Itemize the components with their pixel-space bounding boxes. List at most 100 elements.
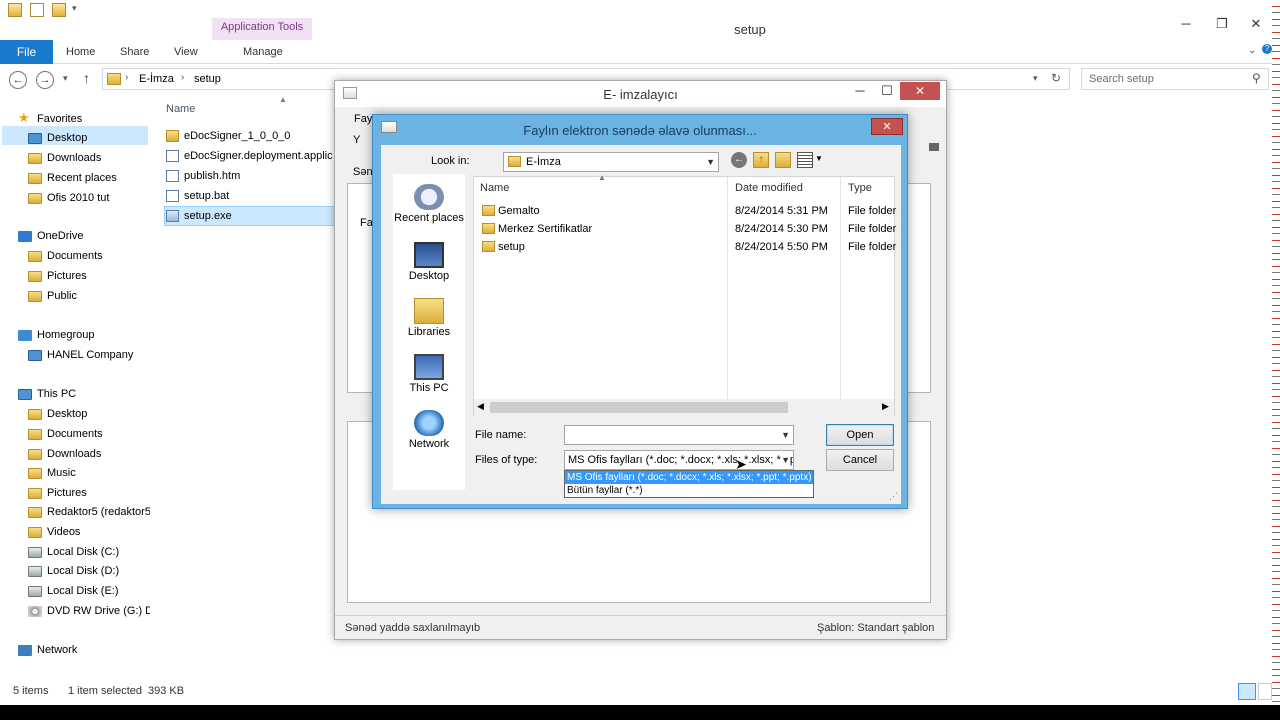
open-button[interactable]: Open bbox=[826, 424, 894, 446]
sidebar-item[interactable]: Pictures bbox=[28, 483, 150, 503]
scroll-thumb[interactable] bbox=[490, 402, 788, 413]
sidebar-item[interactable]: Desktop bbox=[28, 404, 150, 424]
view-menu-icon[interactable] bbox=[797, 152, 813, 168]
sidebar-item[interactable]: Ofis 2010 tut bbox=[28, 188, 150, 208]
eimza-pin-icon[interactable] bbox=[929, 143, 939, 151]
tab-manage[interactable]: Manage bbox=[243, 46, 283, 58]
forward-icon[interactable]: → bbox=[36, 71, 54, 89]
maximize-button[interactable]: ☐ bbox=[877, 83, 897, 99]
address-history-icon[interactable]: ▾ bbox=[1033, 73, 1038, 84]
sidebar-item[interactable]: Redaktor5 (redaktor5 bbox=[28, 502, 150, 522]
folder-icon[interactable] bbox=[8, 3, 22, 17]
tab-home[interactable]: Home bbox=[66, 46, 95, 58]
sidebar-item[interactable]: Videos bbox=[28, 522, 150, 542]
eimza-menu-fragment[interactable]: Fay bbox=[354, 113, 372, 125]
tab-file[interactable]: File bbox=[0, 40, 53, 64]
cancel-button[interactable]: Cancel bbox=[826, 449, 894, 471]
sidebar-item[interactable]: Homegroup bbox=[18, 325, 150, 345]
up-folder-icon[interactable]: ↑ bbox=[753, 152, 769, 168]
sidebar-item[interactable]: Recent places bbox=[28, 168, 150, 188]
list-item[interactable]: publish.htm bbox=[166, 166, 336, 186]
column-header-date[interactable]: Date modified bbox=[735, 177, 803, 199]
files-of-type-select[interactable]: MS Ofis faylları (*.doc; *.docx; *.xls; … bbox=[564, 450, 794, 470]
column-header-type[interactable]: Type bbox=[848, 177, 872, 199]
sidebar-item[interactable]: This PC bbox=[18, 384, 150, 404]
help-icon[interactable]: ? bbox=[1262, 44, 1272, 54]
sidebar-item[interactable]: ★ Favorites bbox=[18, 108, 150, 128]
place-this-pc[interactable]: This PC bbox=[393, 354, 465, 394]
minimize-button[interactable]: ─ bbox=[850, 83, 870, 98]
refresh-icon[interactable]: ↻ bbox=[1051, 71, 1061, 85]
close-button[interactable]: ✕ bbox=[900, 82, 940, 100]
sidebar-item-label: Documents bbox=[47, 428, 103, 440]
sidebar-item[interactable]: Documents bbox=[28, 424, 150, 444]
sidebar-item[interactable]: HANEL Company bbox=[28, 345, 150, 365]
minimize-button[interactable]: ─ bbox=[1176, 16, 1196, 31]
table-row[interactable]: Gemalto 8/24/2014 5:31 PM File folder bbox=[474, 202, 896, 220]
type-option[interactable]: Bütün fayllar (*.*) bbox=[565, 484, 813, 497]
details-view-icon[interactable] bbox=[1238, 683, 1256, 700]
list-item[interactable]: eDocSigner_1_0_0_0 bbox=[166, 126, 336, 146]
large-icons-view-icon[interactable] bbox=[1258, 683, 1272, 700]
list-item[interactable]: setup.bat bbox=[166, 186, 336, 206]
file-name-input[interactable]: ▼ bbox=[564, 425, 794, 445]
close-button[interactable]: ✕ bbox=[1246, 16, 1266, 32]
place-libraries[interactable]: Libraries bbox=[393, 298, 465, 338]
recent-locations-icon[interactable]: ▾ bbox=[63, 73, 68, 84]
breadcrumb-separator-icon[interactable]: › bbox=[125, 72, 128, 83]
chevron-down-icon[interactable]: ▼ bbox=[706, 153, 715, 171]
tab-share[interactable]: Share bbox=[120, 46, 149, 58]
sidebar-item[interactable]: Local Disk (D:) bbox=[28, 561, 150, 581]
horizontal-scrollbar[interactable]: ◀ ▶ bbox=[474, 399, 894, 416]
breadcrumb-separator-icon[interactable]: › bbox=[181, 72, 184, 83]
look-in-combo[interactable]: E-İmza ▼ bbox=[503, 152, 719, 172]
table-row[interactable]: setup 8/24/2014 5:50 PM File folder bbox=[474, 238, 896, 256]
sidebar-item[interactable]: Network bbox=[18, 640, 150, 660]
back-icon[interactable]: ← bbox=[731, 152, 747, 168]
ribbon-expand-icon[interactable]: ⌄ bbox=[1248, 45, 1256, 56]
sidebar-item[interactable]: Documents bbox=[28, 246, 150, 266]
list-item[interactable]: eDocSigner.deployment.applic bbox=[166, 146, 336, 166]
dialog-close-button[interactable]: ✕ bbox=[871, 118, 903, 135]
maximize-button[interactable]: ❐ bbox=[1212, 16, 1232, 32]
sidebar-item[interactable]: Desktop bbox=[28, 128, 150, 148]
breadcrumb-item[interactable]: E-İmza bbox=[139, 73, 174, 85]
type-option[interactable]: MS Ofis faylları (*.doc; *.docx; *.xls; … bbox=[565, 471, 813, 484]
eimza-toolbar-fragment[interactable]: Y bbox=[353, 134, 360, 146]
table-row[interactable]: Merkez Sertifikatlar 8/24/2014 5:30 PM Fil… bbox=[474, 220, 896, 238]
scroll-right-icon[interactable]: ▶ bbox=[882, 401, 889, 412]
sidebar-item[interactable]: OneDrive bbox=[18, 226, 150, 246]
search-icon[interactable]: ⚲ bbox=[1252, 71, 1261, 85]
sidebar-item[interactable]: DVD RW Drive (G:) D bbox=[28, 601, 150, 621]
column-header-name[interactable]: Name bbox=[166, 103, 195, 115]
scroll-left-icon[interactable]: ◀ bbox=[477, 401, 484, 412]
back-icon[interactable]: ← bbox=[9, 71, 27, 89]
sidebar-item[interactable]: Downloads bbox=[28, 444, 150, 464]
place-network[interactable]: Network bbox=[393, 410, 465, 450]
sidebar-item[interactable]: Public bbox=[28, 286, 150, 306]
tab-view[interactable]: View bbox=[174, 46, 198, 58]
list-item[interactable]: setup.exe bbox=[166, 206, 336, 226]
search-box[interactable]: Search setup ⚲ bbox=[1081, 68, 1269, 90]
place-desktop[interactable]: Desktop bbox=[393, 242, 465, 282]
chevron-down-icon[interactable]: ▼ bbox=[781, 426, 790, 444]
breadcrumb-item[interactable]: setup bbox=[194, 73, 221, 85]
column-header-name[interactable]: Name bbox=[480, 177, 509, 199]
window-title: setup bbox=[734, 22, 766, 37]
new-folder-icon[interactable] bbox=[52, 3, 66, 17]
resize-grip-icon[interactable]: ⋰ bbox=[889, 491, 898, 502]
new-folder-icon[interactable] bbox=[775, 152, 791, 168]
search-input[interactable]: Search setup bbox=[1089, 73, 1154, 85]
sidebar-item-label: Ofis 2010 tut bbox=[47, 192, 110, 204]
sidebar-item[interactable]: Local Disk (C:) bbox=[28, 542, 150, 562]
properties-icon[interactable] bbox=[30, 3, 44, 17]
chevron-down-icon[interactable]: ▾ bbox=[72, 3, 77, 14]
chevron-down-icon[interactable]: ▼ bbox=[781, 451, 790, 469]
up-icon[interactable]: ↑ bbox=[83, 70, 90, 86]
sidebar-item[interactable]: Downloads bbox=[28, 148, 150, 168]
sidebar-item[interactable]: Pictures bbox=[28, 266, 150, 286]
sidebar-item[interactable]: Music bbox=[28, 463, 150, 483]
place-recent[interactable]: Recent places bbox=[393, 184, 465, 224]
sidebar-item[interactable]: Local Disk (E:) bbox=[28, 581, 150, 601]
chevron-down-icon[interactable]: ▼ bbox=[815, 154, 823, 163]
